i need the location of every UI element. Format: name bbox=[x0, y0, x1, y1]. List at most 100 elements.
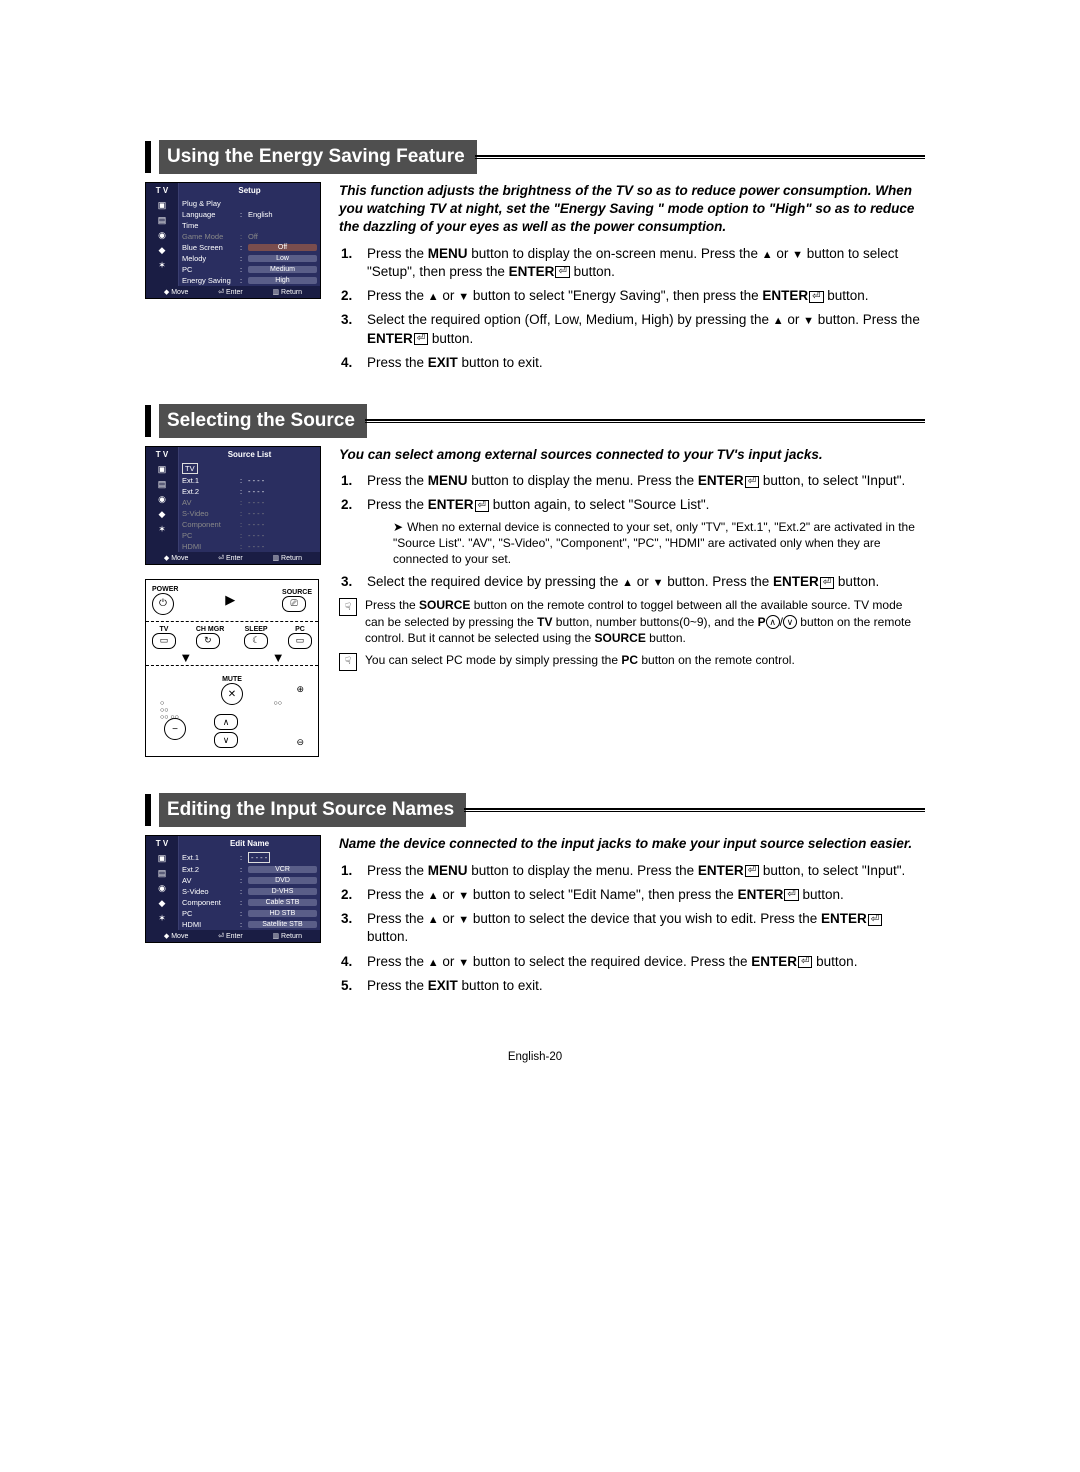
source-button-icon: ⎚ bbox=[282, 596, 306, 612]
up-icon: ▲ bbox=[428, 890, 439, 902]
enter-icon: ⏎ bbox=[414, 333, 428, 345]
step: Press the MENU button to display the men… bbox=[341, 862, 925, 880]
sleep-label: SLEEP bbox=[244, 626, 268, 633]
arrow-right-icon: ➤ bbox=[393, 520, 403, 534]
enter-icon: ⏎ bbox=[798, 956, 812, 968]
up-icon: ▲ bbox=[622, 577, 633, 589]
section3-right: Name the device connected to the input j… bbox=[339, 835, 925, 1001]
hint-row: ☟ You can select PC mode by simply press… bbox=[339, 652, 925, 671]
osd-source-list: T V Source List ▣ ▤ ◉ ◆ ✶ TV Ext.1:- - -… bbox=[145, 446, 321, 565]
heading-text: Using the Energy Saving Feature bbox=[159, 140, 477, 174]
step: Press the ▲ or ▼ button to select the re… bbox=[341, 953, 925, 971]
section2-steps: Press the MENU button to display the men… bbox=[339, 472, 925, 591]
enter-icon: ⏎ bbox=[745, 865, 759, 877]
step: Press the MENU button to display the men… bbox=[341, 472, 925, 490]
down-icon: ▼ bbox=[458, 890, 469, 902]
section3-steps: Press the MENU button to display the men… bbox=[339, 862, 925, 995]
section2-intro: You can select among external sources co… bbox=[339, 446, 925, 464]
p-minus-icon: ⊖ bbox=[296, 737, 304, 748]
enter-icon: ⏎ bbox=[475, 500, 489, 512]
chmgr-button-icon: ↻ bbox=[196, 633, 220, 649]
osd-footer: ◆ Move ⏎ Enter ▥ Return bbox=[146, 552, 320, 564]
step: Press the ENTER⏎ button again, to select… bbox=[341, 496, 925, 567]
heading-text: Editing the Input Source Names bbox=[159, 793, 466, 827]
nav-down-icon: ∨ bbox=[214, 732, 238, 748]
osd-rows: Ext.1:- - - - Ext.2:VCR AV:DVD S-Video:D… bbox=[179, 851, 320, 930]
down-icon: ▼ bbox=[458, 914, 469, 926]
heading-bar bbox=[145, 405, 151, 437]
dots-icon: ○○○○○ ○○ bbox=[160, 700, 179, 721]
enter-icon: ⏎ bbox=[820, 577, 834, 589]
step: Press the ▲ or ▼ button to select "Edit … bbox=[341, 886, 925, 904]
pc-label: PC bbox=[288, 626, 312, 633]
setup-icon: ◆ bbox=[146, 507, 178, 522]
sound-icon: ▤ bbox=[146, 213, 178, 228]
source-label: SOURCE bbox=[282, 589, 312, 596]
section1-right: This function adjusts the brightness of … bbox=[339, 182, 925, 378]
osd-icon-col: ▣ ▤ ◉ ◆ ✶ bbox=[146, 462, 179, 552]
up-icon: ▲ bbox=[762, 249, 773, 261]
power-label: POWER bbox=[152, 586, 178, 593]
hint-text: You can select PC mode by simply pressin… bbox=[365, 652, 795, 668]
section2-right: You can select among external sources co… bbox=[339, 446, 925, 671]
heading-text: Selecting the Source bbox=[159, 404, 367, 438]
heading-rule bbox=[365, 419, 925, 423]
tv-label: TV bbox=[152, 626, 176, 633]
heading-selecting-source: Selecting the Source bbox=[145, 404, 925, 438]
up-icon: ▲ bbox=[428, 291, 439, 303]
tv-button-icon: ▭ bbox=[152, 633, 176, 649]
osd-rows: Plug & Play Language:English Time Game M… bbox=[179, 198, 320, 286]
picture-icon: ▣ bbox=[146, 198, 178, 213]
section1-intro: This function adjusts the brightness of … bbox=[339, 182, 925, 237]
heading-energy-saving: Using the Energy Saving Feature bbox=[145, 140, 925, 174]
dashed-separator bbox=[146, 621, 318, 622]
hint-text: Press the SOURCE button on the remote co… bbox=[365, 597, 925, 646]
osd-rows: TV Ext.1:- - - - Ext.2:- - - - AV:- - - … bbox=[179, 462, 320, 552]
heading-bar bbox=[145, 141, 151, 173]
setup-icon: ◆ bbox=[146, 896, 178, 911]
picture-icon: ▣ bbox=[146, 462, 178, 477]
picture-icon: ▣ bbox=[146, 851, 178, 866]
step: Select the required option (Off, Low, Me… bbox=[341, 311, 925, 347]
heading-bar bbox=[145, 794, 151, 826]
mute-label: MUTE bbox=[221, 676, 243, 683]
osd-icon-col: ▣ ▤ ◉ ◆ ✶ bbox=[146, 851, 179, 930]
mute-button-icon: ✕ bbox=[221, 683, 243, 705]
p-down-icon: ∨ bbox=[783, 615, 797, 629]
setup-icon: ◆ bbox=[146, 243, 178, 258]
channel-icon: ◉ bbox=[146, 228, 178, 243]
down-icon: ▼ bbox=[458, 957, 469, 969]
page-footer: English-20 bbox=[145, 1051, 925, 1063]
section1-left: T V Setup ▣ ▤ ◉ ◆ ✶ Plug & Play Language… bbox=[145, 182, 325, 299]
enter-icon: ⏎ bbox=[784, 889, 798, 901]
enter-icon: ⏎ bbox=[745, 476, 759, 488]
dots-icon: ○○ bbox=[274, 700, 282, 707]
manual-page: Using the Energy Saving Feature T V Setu… bbox=[0, 0, 1080, 1123]
remote-illustration: POWER ⏻ ▶ SOURCE ⎚ TV ▭ C bbox=[145, 579, 319, 758]
down-icon: ▼ bbox=[458, 291, 469, 303]
step: Press the ▲ or ▼ button to select "Energ… bbox=[341, 287, 925, 305]
up-icon: ▲ bbox=[428, 914, 439, 926]
heading-rule bbox=[475, 155, 925, 159]
channel-icon: ◉ bbox=[146, 492, 178, 507]
enter-icon: ⏎ bbox=[809, 291, 823, 303]
enter-icon: ⏎ bbox=[555, 266, 569, 278]
p-plus-icon: ⊕ bbox=[296, 684, 304, 695]
sub-note: ➤When no external device is connected to… bbox=[367, 519, 925, 568]
down-icon: ▼ bbox=[792, 249, 803, 261]
dashed-separator bbox=[146, 665, 318, 666]
arrow-down-icon: ▼ ▼ bbox=[152, 655, 312, 662]
osd-edit-name: T V Edit Name ▣ ▤ ◉ ◆ ✶ Ext.1:- - - - Ex… bbox=[145, 835, 321, 943]
section2-left: T V Source List ▣ ▤ ◉ ◆ ✶ TV Ext.1:- - -… bbox=[145, 446, 325, 758]
section1-content: T V Setup ▣ ▤ ◉ ◆ ✶ Plug & Play Language… bbox=[145, 182, 925, 378]
section1-steps: Press the MENU button to display the on-… bbox=[339, 245, 925, 372]
step: Press the EXIT button to exit. bbox=[341, 977, 925, 995]
osd-setup: T V Setup ▣ ▤ ◉ ◆ ✶ Plug & Play Language… bbox=[145, 182, 321, 299]
minus-button-icon: − bbox=[164, 718, 186, 740]
nav-up-icon: ∧ bbox=[214, 714, 238, 730]
osd-title: Source List bbox=[179, 447, 320, 462]
up-icon: ▲ bbox=[773, 315, 784, 327]
sound-icon: ▤ bbox=[146, 866, 178, 881]
down-icon: ▼ bbox=[803, 315, 814, 327]
osd-tab: T V bbox=[146, 447, 179, 462]
